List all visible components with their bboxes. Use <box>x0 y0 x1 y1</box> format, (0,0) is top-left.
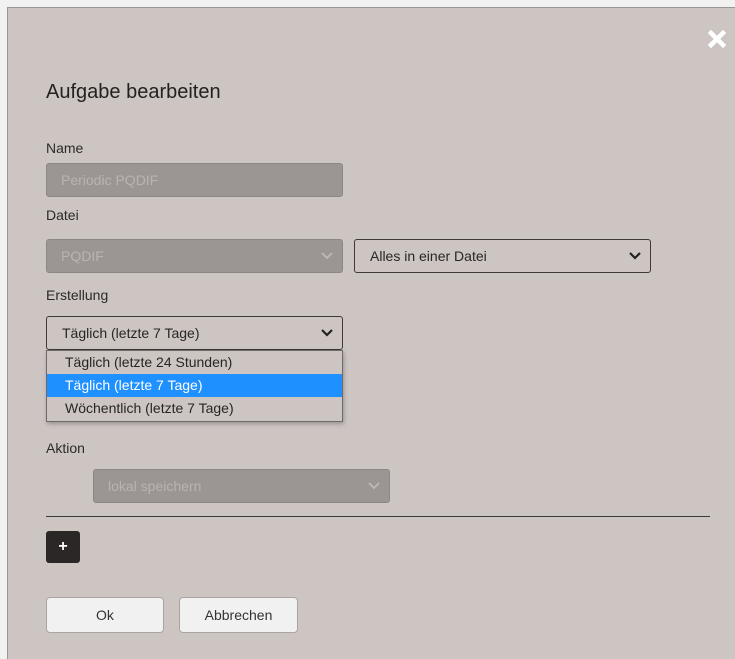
creation-dropdown-list: Täglich (letzte 24 Stunden) Täglich (let… <box>46 350 343 422</box>
file-format-select[interactable]: PQDIF <box>46 239 343 273</box>
chevron-down-icon <box>368 482 380 490</box>
action-select[interactable]: lokal speichern <box>93 469 390 503</box>
dialog-title: Aufgabe bearbeiten <box>46 81 221 103</box>
ok-button[interactable]: Ok <box>46 597 164 633</box>
chevron-down-icon <box>629 252 641 260</box>
chevron-down-icon <box>321 252 333 260</box>
file-mode-value: Alles in einer Datei <box>370 248 487 264</box>
close-icon[interactable] <box>702 24 732 54</box>
name-input[interactable]: Periodic PQDIF <box>46 163 343 197</box>
add-action-button[interactable]: + <box>46 531 80 563</box>
cancel-button[interactable]: Abbrechen <box>179 597 298 633</box>
action-value: lokal speichern <box>108 478 202 494</box>
dropdown-option[interactable]: Wöchentlich (letzte 7 Tage) <box>47 397 342 420</box>
file-mode-select[interactable]: Alles in einer Datei <box>354 239 651 273</box>
aktion-label: Aktion <box>46 440 85 456</box>
creation-select[interactable]: Täglich (letzte 7 Tage) <box>46 316 343 350</box>
file-format-value: PQDIF <box>61 248 104 264</box>
dropdown-option[interactable]: Täglich (letzte 24 Stunden) <box>47 351 342 374</box>
name-label: Name <box>46 140 84 156</box>
chevron-down-icon <box>321 329 333 337</box>
creation-value: Täglich (letzte 7 Tage) <box>62 325 200 341</box>
section-divider <box>46 516 710 517</box>
datei-label: Datei <box>46 207 79 223</box>
erstellung-label: Erstellung <box>46 287 109 303</box>
dropdown-option-highlighted[interactable]: Täglich (letzte 7 Tage) <box>47 374 342 397</box>
edit-task-dialog: Aufgabe bearbeiten Name Periodic PQDIF D… <box>7 7 735 659</box>
